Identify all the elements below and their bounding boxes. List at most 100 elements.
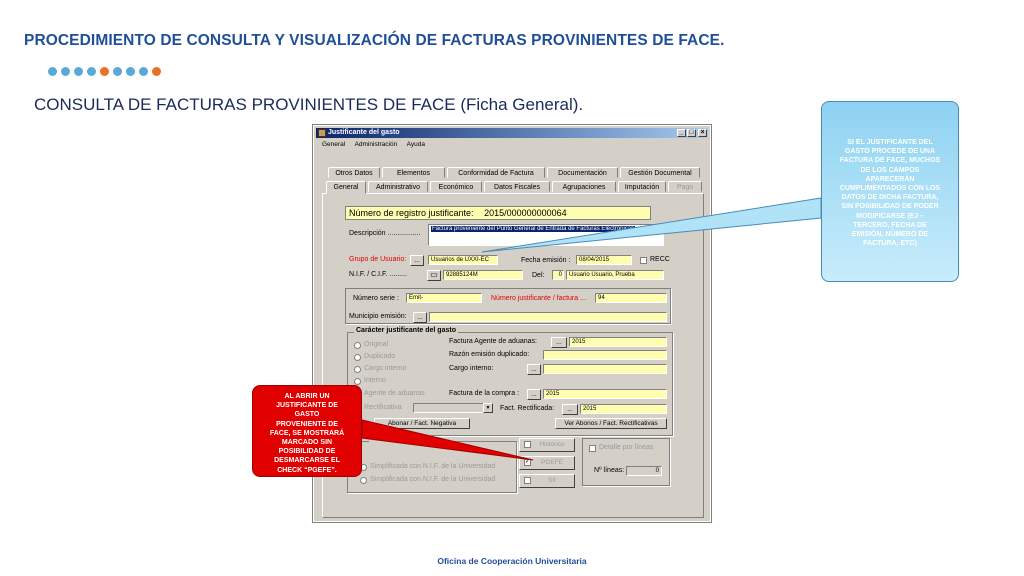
municipio-input[interactable] — [429, 312, 667, 322]
fact-rectificada-input[interactable]: 2015 — [580, 404, 667, 414]
radio-original-label: Original — [364, 341, 389, 348]
rectificativa-select[interactable] — [413, 403, 493, 413]
simplificada-2-label: Simplificada con N.I.F. de la Universida… — [370, 476, 496, 483]
detalle-checkbox[interactable] — [589, 445, 596, 452]
callout-line: DESMARCARSE EL — [274, 457, 340, 465]
factura-agente-lookup-button[interactable]: ... — [551, 337, 567, 348]
registro-value: 2015/000000000064 — [484, 208, 567, 218]
cargo-interno-input[interactable] — [543, 364, 667, 374]
decorative-dot — [113, 67, 122, 76]
fecha-emision-input[interactable]: 08/04/2015 — [576, 255, 632, 265]
nif-input[interactable]: 92885124M — [443, 270, 523, 280]
pgefe-checkbox[interactable]: ✓ — [524, 459, 531, 466]
tab-datos-fiscales[interactable]: Datos Fiscales — [484, 181, 550, 192]
caracter-caption: Carácter justificante del gasto — [354, 327, 458, 334]
menu-general[interactable]: General — [322, 141, 345, 148]
callout-line: APARECERÁN — [865, 175, 915, 183]
tab-gestion-documental[interactable]: Gestión Documental — [620, 167, 700, 178]
radio-interno[interactable] — [354, 378, 361, 385]
radio-simplificada-2[interactable] — [360, 477, 367, 484]
numero-serie-input[interactable]: Emit- — [406, 293, 482, 303]
radio-cargo-interno[interactable] — [354, 366, 361, 373]
recc-checkbox[interactable] — [640, 257, 647, 264]
callout-line: POSIBILIDAD DE — [278, 448, 336, 456]
numero-serie-label: Número serie : — [353, 295, 399, 302]
radio-original[interactable] — [354, 342, 361, 349]
radio-cargo-interno-label: Cargo interno — [364, 365, 407, 372]
fact-rectificada-lookup-button[interactable]: ... — [562, 404, 578, 415]
pgefe-label: PGEFE — [540, 459, 564, 466]
callout-line: GASTO — [294, 411, 320, 419]
numero-justificante-input[interactable]: 94 — [595, 293, 667, 303]
historico-checkbox[interactable] — [524, 441, 531, 448]
callout-line: AL ABRIR UN — [284, 393, 330, 400]
historico-label: Histórico — [539, 441, 565, 448]
tab-conformidad-factura[interactable]: Conformidad de Factura — [447, 167, 545, 178]
maximize-button[interactable]: □ — [687, 129, 696, 137]
tab-general[interactable]: General — [326, 181, 366, 194]
tab-economico[interactable]: Económico — [430, 181, 482, 192]
menu-administracion[interactable]: Administración — [355, 141, 398, 148]
factura-compra-input[interactable]: 2015 — [543, 389, 667, 399]
sii-checkbox[interactable] — [524, 477, 531, 484]
tab-imputacion[interactable]: Imputación — [618, 181, 666, 192]
callout-line: PROVENIENTE DE — [276, 420, 338, 428]
numero-justificante-label: Número justificante / factura ... — [491, 295, 586, 302]
radio-duplicado[interactable] — [354, 354, 361, 361]
factura-compra-label: Factura de la compra : — [449, 390, 520, 397]
callout-line: DATOS DE DICHA FACTURA, — [841, 194, 939, 202]
menu-ayuda[interactable]: Ayuda — [407, 141, 425, 148]
tab-pago[interactable]: Pago — [668, 181, 702, 192]
callout-line: CUMPLIMENTADOS CON LOS — [839, 185, 941, 193]
window-titlebar[interactable]: Justificante del gasto _ □ × — [316, 128, 708, 138]
tab-documentacion[interactable]: Documentación — [547, 167, 618, 178]
nlineas-label: Nº líneas: — [594, 467, 625, 474]
nlineas-input[interactable]: 0 — [626, 466, 662, 476]
descripcion-value: Factura proveniente del Punto General de… — [431, 226, 636, 232]
minimize-button[interactable]: _ — [677, 129, 686, 137]
factura-agente-input[interactable]: 2015 — [569, 337, 667, 347]
tab-agrupaciones[interactable]: Agrupaciones — [552, 181, 616, 192]
agente-aduanas-label: Agente de aduanas — [364, 390, 425, 397]
simplificada-1-label: Simplificada con N.I.F. de la Universida… — [370, 463, 496, 470]
callout-line: TERCERO, FECHA DE — [853, 221, 927, 229]
del-name-input[interactable]: Usuario Usuario, Prueba — [566, 270, 664, 280]
grupo-usuario-lookup-button[interactable]: ... — [410, 255, 424, 266]
cargo-interno-lookup-button[interactable]: ... — [527, 364, 541, 375]
pgefe-toggle[interactable]: ✓ PGEFE — [519, 456, 575, 470]
callout-line: FACE, SE MOSTRARÁ — [269, 429, 345, 437]
callout-line: MARCADO SIN — [281, 439, 333, 447]
menubar: General Administración Ayuda — [322, 141, 433, 148]
close-button[interactable]: × — [698, 129, 707, 137]
tab-administrativo[interactable]: Administrativo — [368, 181, 428, 192]
decorative-dot — [74, 67, 83, 76]
historico-toggle[interactable]: Histórico — [519, 438, 575, 452]
tab-elementos[interactable]: Elementos — [382, 167, 445, 178]
descripcion-input[interactable]: Factura proveniente del Punto General de… — [428, 224, 664, 246]
razon-duplicado-label: Razón emisión duplicado: — [449, 351, 530, 358]
grupo-usuario-input[interactable]: Usuarios de UXXI-EC — [428, 255, 498, 265]
callout-line: MODIFICARSE (EJ – — [856, 212, 924, 220]
factura-compra-lookup-button[interactable]: ... — [527, 389, 541, 400]
sii-label: SII — [548, 477, 556, 484]
municipio-lookup-button[interactable]: ... — [413, 312, 427, 323]
del-number-input[interactable]: 0 — [552, 270, 564, 280]
nif-label: N.I.F. / C.I.F. ......... — [349, 271, 407, 278]
callout-line: DE LOS CAMPOS — [860, 166, 920, 174]
chevron-down-icon[interactable]: ▼ — [483, 403, 493, 413]
ver-abonos-button[interactable]: Ver Abonos / Fact. Rectificativas — [555, 418, 667, 429]
decorative-dot — [139, 67, 148, 76]
registro-field: Número de registro justificante: 2015/00… — [345, 206, 651, 220]
slide-subtitle: CONSULTA DE FACTURAS PROVINIENTES DE FAC… — [34, 95, 584, 114]
rectificativa-label: Rectificativa — [364, 404, 402, 411]
slide-title: PROCEDIMIENTO DE CONSULTA Y VISUALIZACIÓ… — [24, 32, 725, 49]
callout-line: GASTO PROCEDE DE UNA — [844, 148, 936, 156]
nif-search-icon[interactable]: ▭ — [427, 270, 441, 281]
sii-toggle[interactable]: SII — [519, 474, 575, 488]
decorative-dot — [152, 67, 161, 76]
razon-duplicado-input[interactable] — [543, 350, 667, 360]
factura-agente-label: Factura Agente de aduanas: — [449, 338, 537, 345]
decorative-dot — [61, 67, 70, 76]
tab-otros-datos[interactable]: Otros Datos — [328, 167, 380, 178]
abonar-button[interactable]: Abonar / Fact. Negativa — [374, 418, 470, 429]
